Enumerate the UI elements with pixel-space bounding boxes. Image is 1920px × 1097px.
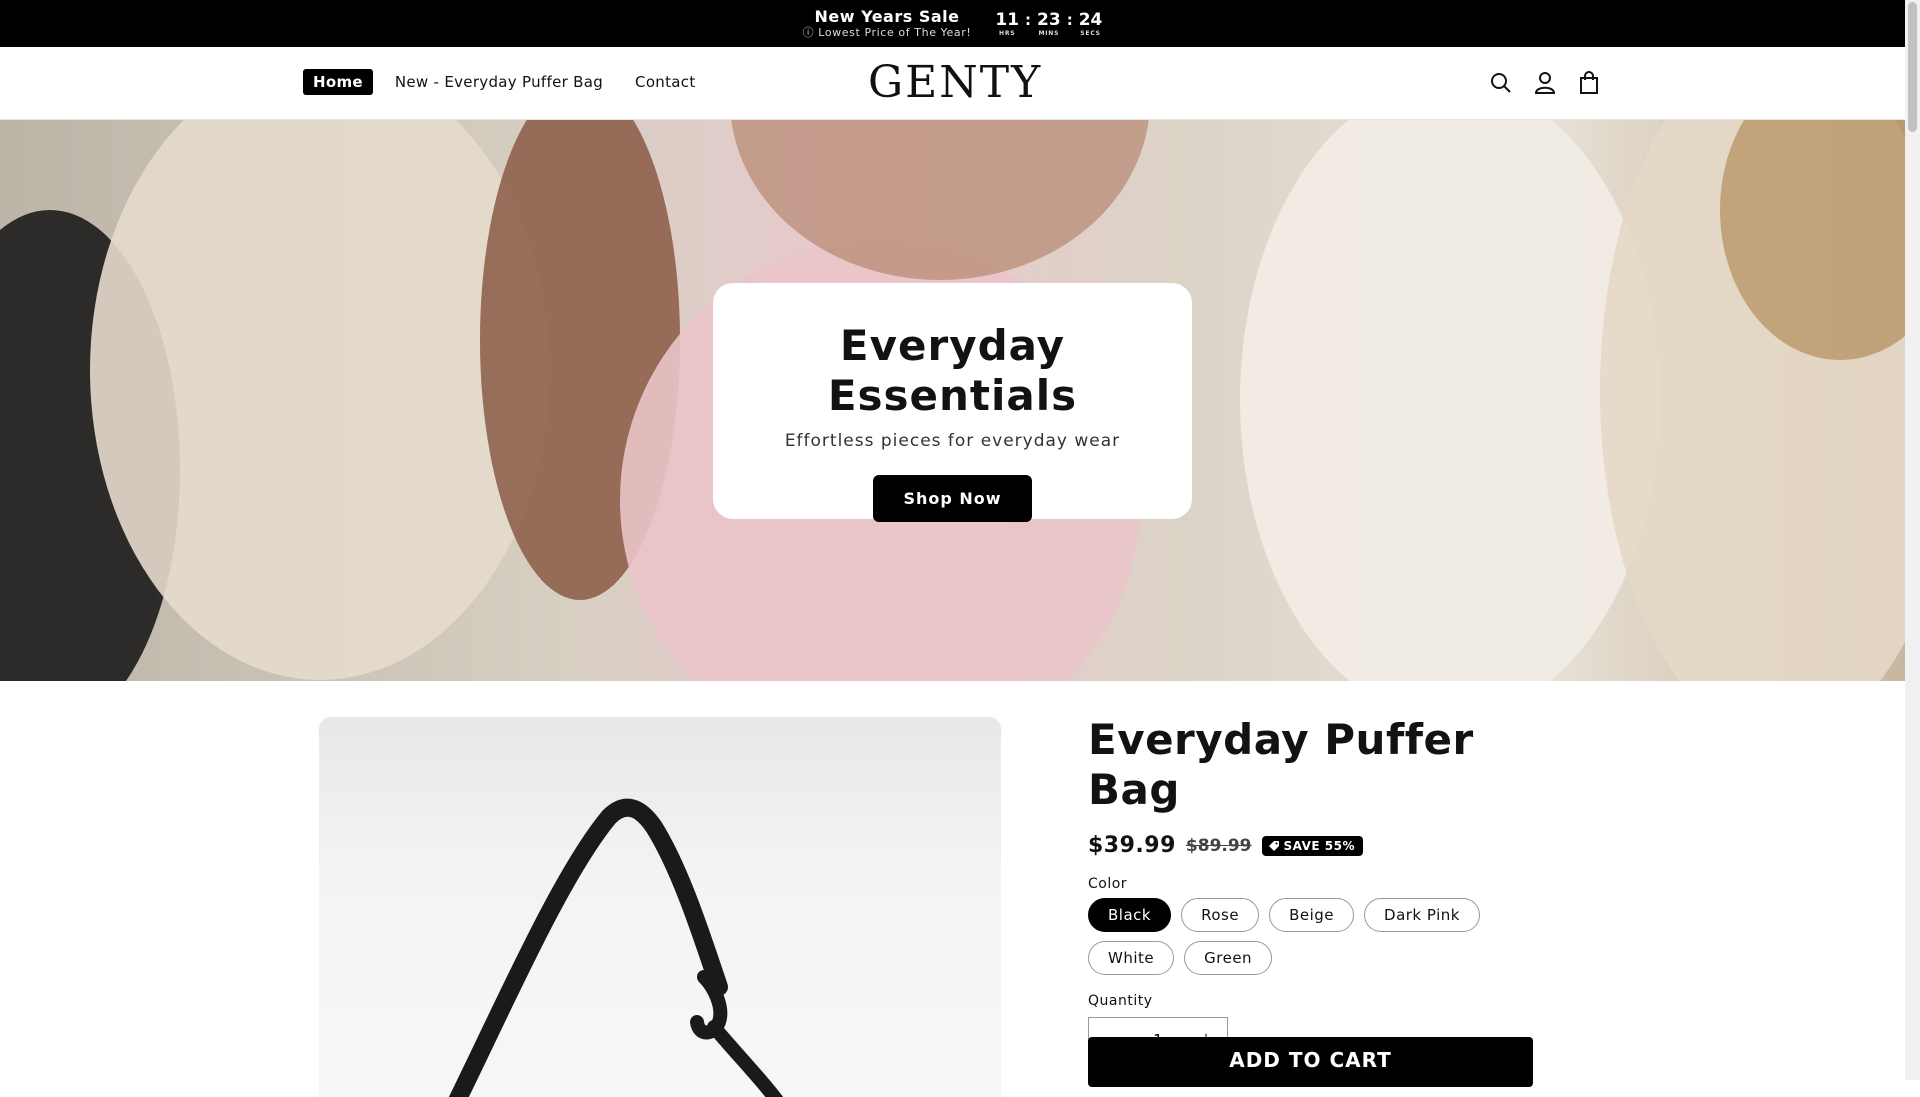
price-row: $39.99 $89.99 SAVE 55% [1088, 833, 1548, 858]
countdown-minutes: 23 MINS [1037, 9, 1061, 37]
site-logo[interactable]: GENTY [868, 57, 1042, 109]
hero-title: Everyday Essentials [827, 321, 1078, 420]
hero-subtitle: Effortless pieces for everyday wear [784, 431, 1121, 451]
countdown-separator: : [1066, 10, 1073, 29]
minutes-label: MINS [1038, 29, 1060, 37]
seconds-value: 24 [1078, 9, 1103, 30]
product-info: Everyday Puffer Bag $39.99 $89.99 SAVE 5… [1088, 715, 1548, 1062]
scrollbar-thumb[interactable] [1908, 2, 1917, 132]
shop-now-button[interactable]: Shop Now [873, 475, 1032, 522]
save-badge-label: SAVE 55% [1283, 838, 1356, 853]
sale-title: New Years Sale [814, 6, 960, 26]
main-nav: Home New - Everyday Puffer Bag Contact [303, 69, 706, 95]
color-option-rose[interactable]: Rose [1181, 898, 1260, 932]
color-option-black[interactable]: Black [1088, 898, 1172, 932]
color-options: Black Rose Beige Dark Pink White Green [1088, 898, 1508, 975]
sale-price: $39.99 [1088, 833, 1176, 858]
quantity-label: Quantity [1088, 993, 1153, 1009]
search-icon[interactable] [1488, 67, 1514, 99]
save-badge: SAVE 55% [1261, 835, 1364, 856]
color-option-green[interactable]: Green [1184, 941, 1273, 975]
account-icon[interactable] [1532, 67, 1558, 99]
site-header: Home New - Everyday Puffer Bag Contact G… [0, 47, 1905, 120]
color-option-beige[interactable]: Beige [1269, 898, 1355, 932]
cart-icon[interactable] [1576, 67, 1602, 99]
compare-price: $89.99 [1185, 835, 1252, 856]
countdown-hours: 11 HRS [995, 9, 1020, 37]
color-option-dark-pink[interactable]: Dark Pink [1364, 898, 1480, 932]
nav-contact[interactable]: Contact [625, 69, 705, 95]
seconds-label: SECS [1080, 29, 1101, 37]
announcement-bar: New Years Sale ⓘ Lowest Price of The Yea… [0, 0, 1905, 47]
tag-icon [1268, 840, 1279, 851]
countdown-timer: 11 HRS : 23 MINS : 24 SECS [995, 9, 1103, 37]
color-label: Color [1088, 876, 1128, 892]
header-icons [1488, 67, 1602, 99]
page-scrollbar[interactable] [1905, 0, 1920, 1080]
hours-label: HRS [999, 29, 1016, 37]
countdown-seconds: 24 SECS [1078, 9, 1103, 37]
nav-everyday-puffer-bag[interactable]: New - Everyday Puffer Bag [385, 69, 613, 95]
bag-image-icon [448, 798, 784, 1097]
color-option-white[interactable]: White [1088, 941, 1175, 975]
nav-home[interactable]: Home [303, 69, 373, 95]
product-image[interactable] [319, 717, 1001, 1097]
minutes-value: 23 [1037, 9, 1061, 30]
countdown-separator: : [1025, 10, 1032, 29]
hero-banner: Everyday Essentials Effortless pieces fo… [0, 120, 1905, 681]
hours-value: 11 [995, 9, 1020, 30]
sale-subtitle: ⓘ Lowest Price of The Year! [802, 25, 972, 39]
hero-card: Everyday Essentials Effortless pieces fo… [713, 283, 1192, 522]
announcement-text: New Years Sale ⓘ Lowest Price of The Yea… [802, 6, 972, 40]
product-title: Everyday Puffer Bag [1088, 715, 1474, 814]
